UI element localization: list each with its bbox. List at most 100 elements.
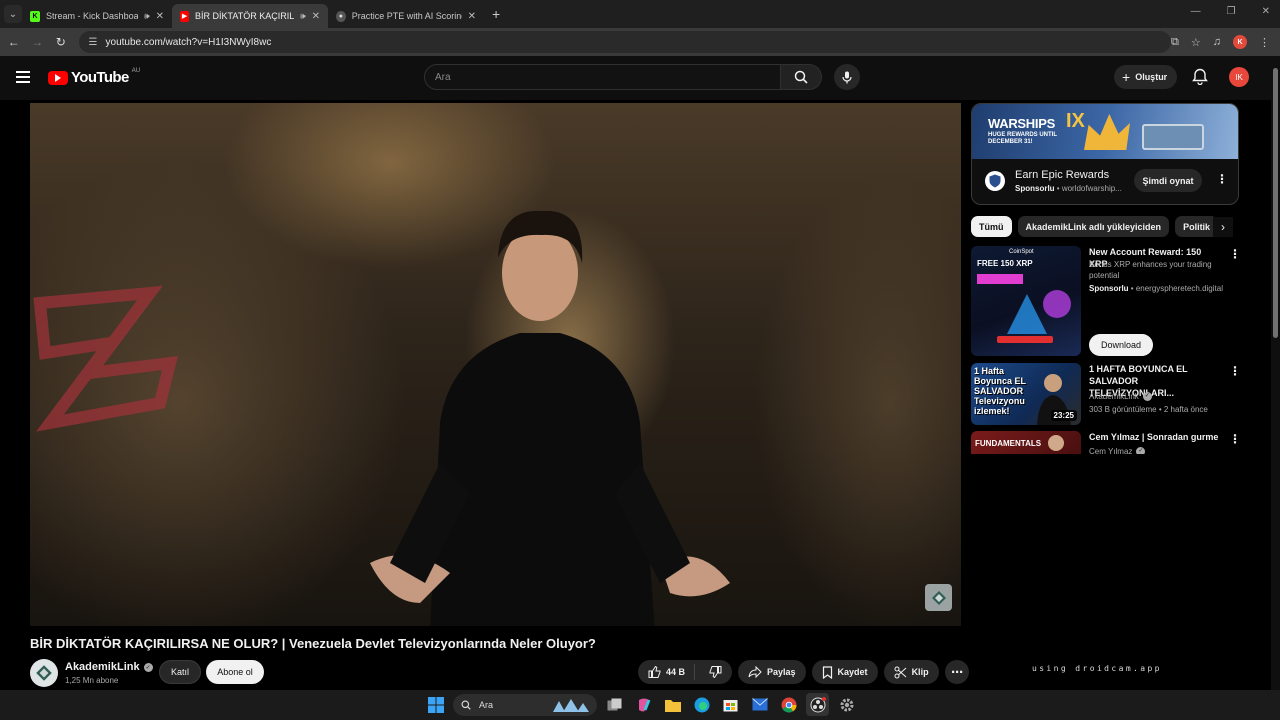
speaker-icon[interactable]: 🕪 <box>144 11 150 22</box>
profile-avatar[interactable]: K <box>1233 35 1248 49</box>
menu-icon[interactable] <box>16 71 30 83</box>
file-explorer-icon[interactable] <box>661 693 684 716</box>
share-label: Paylaş <box>767 667 796 677</box>
close-window-icon[interactable]: ✕ <box>1262 6 1270 17</box>
ad-title[interactable]: Earn Epic Rewards <box>1015 169 1109 181</box>
rec-thumbnail[interactable]: 1 Hafta Boyunca EL SALVADOR Televizyonu … <box>971 363 1081 425</box>
tab-kick-dashboard[interactable]: K Stream - Kick Dashboard 🕪 ✕ <box>22 4 172 28</box>
chrome-icon[interactable] <box>777 693 800 716</box>
chip-from-uploader[interactable]: AkademikLink adlı yükleyiciden <box>1017 216 1170 237</box>
channel-avatar[interactable] <box>30 659 58 687</box>
back-icon[interactable]: ← <box>2 35 26 49</box>
search-input[interactable]: Ara <box>424 64 781 90</box>
subscriber-count: 1,25 Mn abone <box>65 676 119 685</box>
thumb-text: FUNDAMENTALS <box>975 439 1042 448</box>
chip-all[interactable]: Tümü <box>971 216 1012 237</box>
verified-icon: ✓ <box>1136 447 1146 454</box>
save-button[interactable]: Kaydet <box>811 660 878 684</box>
like-dislike-group: 44 B <box>638 660 733 684</box>
new-tab-icon[interactable]: + <box>492 6 500 22</box>
tab-search-icon[interactable]: ⌄ <box>4 5 22 23</box>
settings-icon[interactable] <box>835 693 858 716</box>
channel-name[interactable]: AkademikLink <box>65 661 140 673</box>
channel-name-row[interactable]: AkademikLink ✓ <box>65 661 153 673</box>
chevron-right-icon[interactable]: › <box>1213 217 1233 237</box>
close-tab-icon[interactable]: ✕ <box>312 11 320 22</box>
copilot-icon[interactable] <box>632 693 655 716</box>
close-tab-icon[interactable]: ✕ <box>156 11 164 22</box>
address-bar: ← → ↻ ☰ youtube.com/watch?v=H1I3NWyI8wc … <box>0 28 1280 56</box>
user-avatar[interactable]: IK <box>1229 67 1249 87</box>
more-vertical-icon[interactable]: ⋮ <box>1229 433 1239 445</box>
bookmark-star-icon[interactable]: ☆ <box>1191 36 1201 49</box>
voice-search-button[interactable] <box>834 64 860 90</box>
rec-channel-row[interactable]: AkademikLink ✓ <box>1089 391 1225 402</box>
thumb-brand: CoinSpot <box>1009 249 1034 255</box>
shield-icon <box>989 174 1001 188</box>
ad-meta: Sponsorlu • worldofwarship... <box>1015 184 1122 193</box>
edge-icon[interactable] <box>690 693 713 716</box>
clip-button[interactable]: Klip <box>883 660 939 684</box>
taskbar-search[interactable]: Ara <box>453 693 597 716</box>
dislike-button[interactable] <box>700 666 732 678</box>
mail-icon[interactable] <box>748 693 771 716</box>
media-controls-icon[interactable]: ♫ <box>1213 36 1221 48</box>
task-view-icon[interactable] <box>603 693 626 716</box>
rec-thumbnail[interactable]: CoinSpot FREE 150 XRP <box>971 246 1081 356</box>
windows-start-icon[interactable] <box>424 693 447 716</box>
more-actions-button[interactable]: ⋯ <box>944 660 969 684</box>
recommendation-video[interactable]: FUNDAMENTALS Cem Yılmaz | Sonradan gurme… <box>971 431 1239 454</box>
like-button[interactable]: 44 B <box>638 664 696 680</box>
ad-banner-image[interactable]: WARSHIPS HUGE REWARDS UNTIL DECEMBER 31!… <box>972 104 1238 159</box>
tab-pte-practice[interactable]: ● Practice PTE with AI Scorings - ✕ <box>328 4 484 28</box>
ad-banner-subtitle: HUGE REWARDS UNTIL DECEMBER 31! <box>988 132 1057 145</box>
minimize-icon[interactable]: — <box>1191 6 1201 17</box>
search-button[interactable] <box>781 64 822 90</box>
more-vertical-icon[interactable]: ⋮ <box>1216 173 1228 185</box>
channel-watermark[interactable] <box>925 584 952 611</box>
advertiser-logo-icon[interactable] <box>985 171 1005 191</box>
notifications-button[interactable] <box>1192 68 1208 90</box>
scrollbar-thumb[interactable] <box>1273 68 1278 338</box>
speaker-icon[interactable]: 🕪 <box>300 11 306 22</box>
more-vertical-icon[interactable]: ⋮ <box>1229 365 1241 377</box>
share-button[interactable]: Paylaş <box>738 660 806 684</box>
obs-icon[interactable] <box>806 693 829 716</box>
site-info-icon[interactable]: ☰ <box>89 37 98 48</box>
more-vertical-icon[interactable]: ⋮ <box>1229 248 1241 260</box>
rec-channel[interactable]: AkademikLink <box>1089 391 1139 402</box>
bookmark-icon <box>822 665 832 679</box>
reload-icon[interactable]: ↻ <box>49 35 73 49</box>
thumb-text: 1 Hafta Boyunca EL SALVADOR Televizyonu … <box>974 366 1026 416</box>
create-button[interactable]: + Oluştur <box>1114 65 1178 89</box>
sponsored-ad-card[interactable]: WARSHIPS HUGE REWARDS UNTIL DECEMBER 31!… <box>971 103 1239 205</box>
edge-glyph <box>694 697 709 712</box>
open-in-app-icon[interactable]: ⧉ <box>1171 36 1179 49</box>
browser-menu-icon[interactable]: ⋮ <box>1259 36 1270 49</box>
join-button[interactable]: Katıl <box>159 660 201 684</box>
more-horizontal-icon: ⋯ <box>951 665 963 679</box>
download-button[interactable]: Download <box>1089 334 1153 356</box>
chip-politics[interactable]: Politik <box>1175 216 1219 237</box>
url-field[interactable]: ☰ youtube.com/watch?v=H1I3NWyI8wc <box>78 31 1172 53</box>
url-text: youtube.com/watch?v=H1I3NWyI8wc <box>105 36 272 48</box>
store-icon[interactable] <box>719 693 742 716</box>
rec-channel-row[interactable]: Cem Yılmaz ✓ <box>1089 446 1225 454</box>
recommendation-sponsored[interactable]: CoinSpot FREE 150 XRP New Account Reward… <box>971 246 1241 358</box>
tab-youtube-video[interactable]: ▶ BİR DİKTATÖR KAÇIRILIRSA 🕪 ✕ <box>172 4 328 28</box>
ad-cta-button[interactable]: Şimdi oynat <box>1134 169 1202 192</box>
browser-tab-strip: ⌄ K Stream - Kick Dashboard 🕪 ✕ ▶ BİR Dİ… <box>0 0 1280 28</box>
page-scrollbar[interactable] <box>1271 56 1280 690</box>
forward-icon[interactable]: → <box>26 35 50 49</box>
subscribe-button[interactable]: Abone ol <box>206 660 264 684</box>
rec-title[interactable]: Cem Yılmaz | Sonradan gurme <box>1089 431 1219 443</box>
rec-channel[interactable]: Cem Yılmaz <box>1089 446 1132 454</box>
rec-thumbnail[interactable]: FUNDAMENTALS <box>971 431 1081 454</box>
close-tab-icon[interactable]: ✕ <box>468 11 476 22</box>
chest-graphic <box>1142 124 1204 150</box>
recommendation-video[interactable]: 1 Hafta Boyunca EL SALVADOR Televizyonu … <box>971 363 1241 425</box>
video-player[interactable] <box>30 103 961 626</box>
search-box: Ara <box>424 64 822 90</box>
youtube-logo[interactable]: YouTube AU <box>48 68 140 86</box>
maximize-icon[interactable]: ❐ <box>1227 6 1236 17</box>
